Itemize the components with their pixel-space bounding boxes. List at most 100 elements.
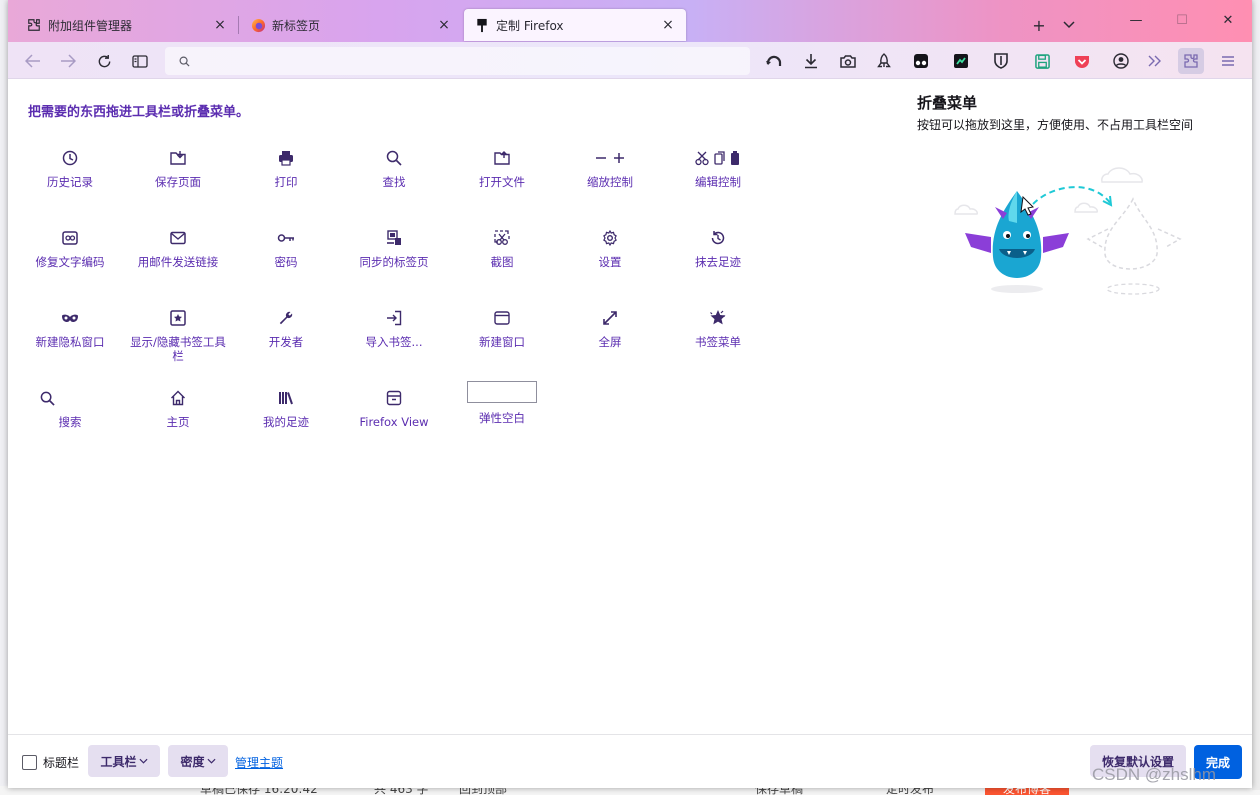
close-icon[interactable]: ×	[436, 17, 452, 33]
checkbox-box[interactable]	[22, 755, 37, 770]
customization-footer: 标题栏 工具栏 密度 管理主题 恢复默认设置 完成	[8, 734, 1252, 788]
account-button[interactable]	[1108, 48, 1134, 74]
palette-item-bookmarks-menu[interactable]: 书签菜单	[664, 309, 772, 369]
palette-item-open-file[interactable]: 打开文件	[448, 149, 556, 209]
palette-item-save-page[interactable]: 保存页面	[124, 149, 232, 209]
close-window-button[interactable]: ✕	[1208, 8, 1248, 32]
palette-item-developer[interactable]: 开发者	[232, 309, 340, 369]
sidebar-button[interactable]	[127, 48, 153, 74]
list-all-tabs-button[interactable]	[1058, 14, 1080, 36]
tampermonkey-button[interactable]	[908, 48, 934, 74]
palette-item-find[interactable]: 查找	[340, 149, 448, 209]
maximize-button[interactable]: ☐	[1162, 8, 1202, 32]
overflow-chevron-icon	[1148, 55, 1161, 67]
url-input[interactable]	[198, 54, 750, 68]
puzzle-icon	[26, 17, 42, 33]
palette-item-label: 修复文字编码	[35, 255, 105, 269]
camera-icon	[840, 55, 856, 68]
manage-themes-link[interactable]: 管理主题	[235, 754, 283, 771]
density-dropdown-button[interactable]: 密度	[168, 745, 228, 777]
download-icon	[805, 54, 817, 69]
browser-window: 附加组件管理器 × 新标签页 × 定制 Firefox × + — ☐ ✕ 把需…	[8, 0, 1252, 788]
tab-addons-manager[interactable]: 附加组件管理器 ×	[16, 9, 238, 41]
palette-item-settings[interactable]: 设置	[556, 229, 664, 289]
palette-item-bookmarks-toolbar[interactable]: 显示/隐藏书签工具栏	[124, 309, 232, 369]
palette-item-print[interactable]: 打印	[232, 149, 340, 209]
palette-item-label: 保存页面	[155, 175, 201, 189]
titlebar-checkbox[interactable]: 标题栏	[22, 754, 79, 771]
palette-item-history[interactable]: 历史记录	[16, 149, 124, 209]
print-icon	[278, 149, 294, 167]
watermark: CSDN @zhslhm	[1092, 765, 1216, 784]
back-button[interactable]	[20, 48, 46, 74]
bitwarden-button[interactable]	[988, 48, 1014, 74]
tampermonkey-icon	[914, 54, 928, 68]
palette-item-passwords[interactable]: 密码	[232, 229, 340, 289]
palette-item-firefox-view[interactable]: Firefox View	[340, 389, 448, 449]
palette-item-label: 开发者	[268, 335, 304, 349]
save-icon	[1034, 53, 1050, 69]
palette-item-library[interactable]: 我的足迹	[232, 389, 340, 449]
save-extension-button[interactable]	[1029, 48, 1055, 74]
palette-item-label: 导入书签...	[365, 335, 423, 349]
palette-item-label: 打开文件	[479, 175, 525, 189]
palette-item-text-encoding[interactable]: 修复文字编码	[16, 229, 124, 289]
tab-customize-firefox[interactable]: 定制 Firefox ×	[464, 9, 686, 41]
palette-item-label: 搜索	[58, 415, 82, 429]
palette-item-flexible-space[interactable]: 弹性空白	[448, 381, 556, 445]
arrow-right-icon	[61, 54, 76, 68]
palette-item-zoom-controls[interactable]: 缩放控制	[556, 149, 664, 209]
chevron-down-icon	[138, 758, 148, 764]
extension-button[interactable]	[948, 48, 974, 74]
palette-item-new-window[interactable]: 新建窗口	[448, 309, 556, 369]
palette-item-import-bookmarks[interactable]: 导入书签...	[340, 309, 448, 369]
titlebar-label: 标题栏	[43, 756, 80, 770]
palette-item-synced-tabs[interactable]: 同步的标签页	[340, 229, 448, 289]
settings-gear-icon	[602, 229, 618, 247]
palette-item-forget[interactable]: 抹去足迹	[664, 229, 772, 289]
rocket-extension-button[interactable]	[871, 48, 897, 74]
bookmarks-menu-icon	[709, 309, 727, 327]
toolbars-dropdown-button[interactable]: 工具栏	[88, 745, 160, 777]
palette-item-home[interactable]: 主页	[124, 389, 232, 449]
palette-item-private-window[interactable]: 新建隐私窗口	[16, 309, 124, 369]
palette-item-email-link[interactable]: 用邮件发送链接	[124, 229, 232, 289]
sidebar-icon	[132, 54, 148, 68]
wrench-icon	[278, 309, 294, 327]
reload-button[interactable]	[91, 48, 117, 74]
downloads-button[interactable]	[798, 48, 824, 74]
extensions-button[interactable]	[1178, 48, 1204, 74]
tab-new-tab[interactable]: 新标签页 ×	[240, 9, 462, 41]
minimize-button[interactable]: —	[1116, 8, 1156, 32]
palette-item-search[interactable]: 搜索	[16, 389, 124, 449]
screenshot-button[interactable]	[835, 48, 861, 74]
bookmarks-toolbar-icon	[170, 309, 186, 327]
url-bar[interactable]	[165, 47, 750, 75]
pocket-button[interactable]	[1069, 48, 1095, 74]
firefox-icon	[250, 17, 266, 33]
overflow-menu-button[interactable]	[1142, 48, 1168, 74]
palette-item-edit-controls[interactable]: 编辑控制	[664, 149, 772, 209]
fullscreen-icon	[602, 309, 618, 327]
rocket-icon	[877, 53, 891, 68]
palette-item-fullscreen[interactable]: 全屏	[556, 309, 664, 369]
open-file-icon	[494, 149, 510, 167]
new-tab-button[interactable]: +	[1028, 14, 1050, 36]
reload-icon	[98, 54, 110, 67]
flexible-space-box	[467, 381, 537, 403]
forward-button[interactable]	[55, 48, 81, 74]
app-menu-button[interactable]	[1215, 48, 1241, 74]
density-label: 密度	[180, 754, 205, 769]
close-icon[interactable]: ×	[660, 17, 676, 33]
palette-item-screenshot[interactable]: 截图	[448, 229, 556, 289]
close-icon[interactable]: ×	[212, 17, 228, 33]
menu-icon	[1222, 56, 1234, 66]
screenshot-icon	[494, 229, 510, 247]
home-icon	[170, 389, 186, 407]
tab-title: 新标签页	[272, 18, 321, 33]
undo-button[interactable]	[761, 48, 787, 74]
email-link-icon	[170, 229, 186, 247]
edit-controls-icon	[695, 149, 741, 167]
library-icon	[278, 389, 294, 407]
new-window-icon	[494, 309, 510, 327]
